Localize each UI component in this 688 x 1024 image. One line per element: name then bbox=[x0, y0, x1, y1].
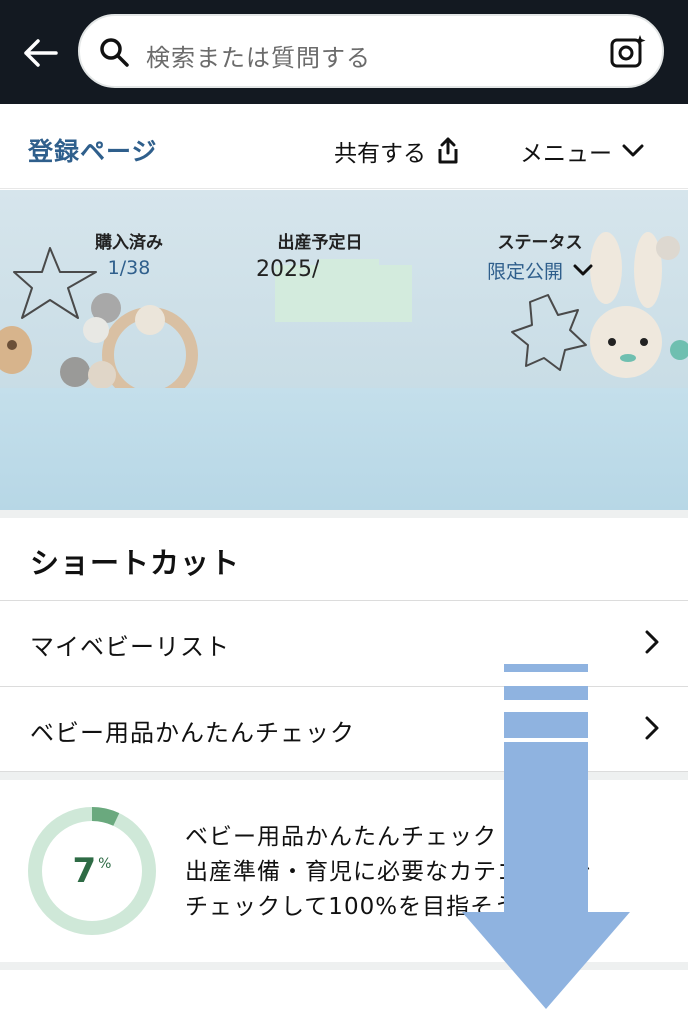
due-date-label: 出産予定日 bbox=[277, 233, 363, 253]
due-date-redacted bbox=[319, 259, 380, 281]
camera-search-icon[interactable] bbox=[608, 32, 648, 72]
search-placeholder: 検索または質問する bbox=[146, 44, 371, 72]
chevron-right-icon bbox=[645, 630, 659, 654]
shortcut-label: ベビー用品かんたんチェック bbox=[30, 719, 355, 747]
section-divider bbox=[0, 510, 688, 518]
back-arrow-icon bbox=[24, 39, 58, 67]
chevron-right-icon bbox=[645, 716, 659, 740]
purchased-stat: 購入済み 1/38 bbox=[84, 228, 174, 279]
registry-header: 登録ページ 共有する メニュー bbox=[0, 104, 688, 189]
share-label: 共有する bbox=[334, 141, 426, 167]
purchased-label: 購入済み bbox=[95, 233, 163, 253]
status-stat[interactable]: ステータス 限定公開 bbox=[470, 228, 610, 284]
search-input[interactable]: 検索または質問する bbox=[78, 14, 664, 88]
status-value: 限定公開 bbox=[486, 261, 563, 283]
progress-number: 7 bbox=[72, 851, 97, 891]
search-icon bbox=[100, 38, 129, 67]
registry-stats-band bbox=[0, 388, 688, 510]
shortcut-label: マイベビーリスト bbox=[30, 633, 230, 661]
shortcuts-heading: ショートカット bbox=[30, 546, 241, 580]
status-label: ステータス bbox=[497, 233, 583, 253]
scroll-down-arrow-overlay bbox=[462, 664, 630, 1009]
progress-percent: 7% bbox=[26, 805, 158, 937]
progress-percent-sign: % bbox=[98, 856, 112, 872]
status-dropdown[interactable]: 限定公開 bbox=[470, 257, 610, 284]
due-date-value: 2025/ bbox=[250, 257, 390, 282]
chevron-down-icon bbox=[622, 144, 644, 157]
menu-dropdown[interactable]: メニュー bbox=[520, 134, 644, 168]
share-icon bbox=[438, 137, 458, 164]
due-date-stat: 出産予定日 2025/ bbox=[250, 228, 390, 282]
share-button[interactable]: 共有する bbox=[334, 134, 460, 168]
registry-page-link[interactable]: 登録ページ bbox=[28, 132, 158, 168]
top-bar: 検索または質問する bbox=[0, 0, 688, 104]
chevron-down-icon bbox=[573, 264, 593, 276]
back-button[interactable] bbox=[16, 30, 64, 76]
due-date-text: 2025/ bbox=[256, 257, 320, 282]
purchased-value: 1/38 bbox=[107, 257, 151, 279]
menu-label: メニュー bbox=[520, 141, 612, 167]
